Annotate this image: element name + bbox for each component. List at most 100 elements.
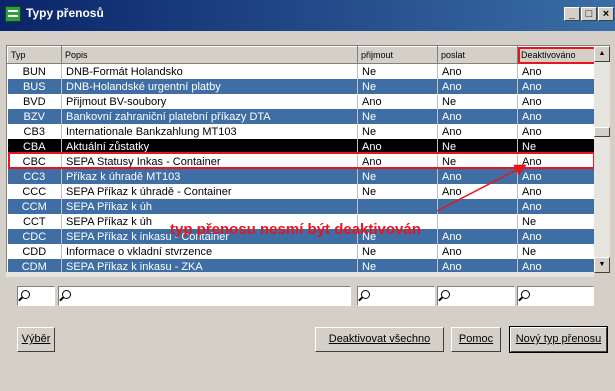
maximize-button[interactable]: □ [581, 7, 597, 21]
table-row[interactable]: CCC SEPA Příkaz k úhradě - Container Ne Ano… [7, 184, 595, 199]
filter-poslat-input[interactable] [437, 286, 515, 306]
search-icon [521, 290, 530, 299]
minimize-button[interactable]: _ [564, 7, 580, 21]
scroll-up-icon[interactable]: ▲ [594, 46, 610, 62]
horizontal-scrollbar[interactable] [6, 272, 594, 277]
cell-poslat [437, 214, 518, 229]
cell-deaktivovano: Ano [517, 184, 595, 199]
filter-deaktivovano-input[interactable] [517, 286, 594, 306]
cell-typ: CDM [7, 259, 62, 273]
cell-poslat: Ano [437, 79, 518, 94]
annotation-text: typ přenosu nesmí být deaktivován [170, 221, 421, 238]
cell-popis: SEPA Příkaz k inkasu - ZKA [61, 259, 358, 273]
close-button[interactable]: × [598, 7, 614, 21]
cell-popis: DNB-Formát Holandsko [61, 63, 358, 79]
cell-popis: Bankovní zahraniční platební příkazy DTA [61, 109, 358, 124]
table-row[interactable]: CBA Aktuální zůstatky Ano Ne Ne [7, 139, 595, 154]
vertical-scrollbar[interactable]: ▲ ▼ [594, 45, 610, 273]
filter-popis-input[interactable] [58, 286, 351, 306]
table-header: Typ Popis přijmout poslat Deaktivováno [7, 46, 595, 64]
table-row[interactable]: CC3 Příkaz k úhradě MT103 Ne Ano Ano [7, 169, 595, 184]
cell-deaktivovano: Ano [517, 154, 595, 169]
cell-typ: BUN [7, 63, 62, 79]
cell-deaktivovano: Ano [517, 124, 595, 139]
cell-deaktivovano: Ano [517, 229, 595, 244]
cell-deaktivovano: Ano [517, 79, 595, 94]
cell-prijmout: Ano [357, 154, 438, 169]
cell-deaktivovano: Ano [517, 169, 595, 184]
cell-typ: CBC [7, 154, 62, 169]
cell-poslat: Ne [437, 139, 518, 154]
table-row[interactable]: CDM SEPA Příkaz k inkasu - ZKA Ne Ano Ano [7, 259, 595, 273]
cell-prijmout: Ne [357, 169, 438, 184]
cell-prijmout: Ne [357, 184, 438, 199]
filter-prijmout-input[interactable] [357, 286, 435, 306]
transfer-types-window: Typy přenosů _ □ × Typ Popis přijmout po… [0, 0, 615, 391]
deactivate-all-button[interactable]: Deaktivovat všechno [315, 327, 444, 352]
vyber-button[interactable]: Výběr [17, 327, 55, 352]
table-row[interactable]: BUN DNB-Formát Holandsko Ne Ano Ano [7, 63, 595, 79]
cell-deaktivovano: Ano [517, 199, 595, 214]
cell-prijmout: Ne [357, 124, 438, 139]
cell-popis: DNB-Holandské urgentní platby [61, 79, 358, 94]
table-row[interactable]: BZV Bankovní zahraniční platební příkazy … [7, 109, 595, 124]
cell-deaktivovano: Ne [517, 244, 595, 259]
cell-typ: CDD [7, 244, 62, 259]
cell-prijmout: Ano [357, 139, 438, 154]
table-row[interactable]: CDD Informace o vkladní stvrzence Ne Ano Ne [7, 244, 595, 259]
cell-typ: CCT [7, 214, 62, 229]
cell-typ: CDC [7, 229, 62, 244]
cell-typ: CBA [7, 139, 62, 154]
table-row[interactable]: BUS DNB-Holandské urgentní platby Ne Ano Ano [7, 79, 595, 94]
table-row[interactable]: CB3 Internationale Bankzahlung MT103 Ne Ano… [7, 124, 595, 139]
cell-deaktivovano: Ne [517, 214, 595, 229]
cell-popis: Informace o vkladní stvrzence [61, 244, 358, 259]
search-icon [361, 290, 370, 299]
cell-poslat: Ano [437, 259, 518, 273]
cell-popis: SEPA Příkaz k úhradě - Container [61, 184, 358, 199]
column-header-typ[interactable]: Typ [7, 46, 62, 64]
filter-typ-input[interactable] [17, 286, 55, 306]
app-icon [5, 6, 21, 22]
title-bar[interactable]: Typy přenosů _ □ × [0, 0, 615, 31]
cell-deaktivovano: Ano [517, 109, 595, 124]
cell-prijmout: Ne [357, 79, 438, 94]
table-row[interactable]: CCM SEPA Příkaz k úh Ano [7, 199, 595, 214]
cell-poslat: Ano [437, 124, 518, 139]
cell-popis: Přijmout BV-soubory [61, 94, 358, 109]
column-header-popis[interactable]: Popis [61, 46, 358, 64]
cell-typ: BUS [7, 79, 62, 94]
cell-popis: Příkaz k úhradě MT103 [61, 169, 358, 184]
table-row[interactable]: BVD Přijmout BV-soubory Ano Ne Ano [7, 94, 595, 109]
column-header-prijmout[interactable]: přijmout [357, 46, 438, 64]
cell-prijmout: Ano [357, 94, 438, 109]
scroll-down-icon[interactable]: ▼ [594, 257, 610, 273]
cell-deaktivovano: Ne [517, 139, 595, 154]
help-button[interactable]: Pomoc [451, 327, 501, 352]
cell-poslat: Ano [437, 229, 518, 244]
cell-popis: SEPA Statusy Inkas - Container [61, 154, 358, 169]
search-icon [21, 290, 30, 299]
search-icon [62, 290, 71, 299]
cell-poslat: Ano [437, 169, 518, 184]
scroll-thumb[interactable] [594, 127, 610, 137]
window-title: Typy přenosů [26, 6, 104, 20]
table-row[interactable]: CBC SEPA Statusy Inkas - Container Ano Ne An… [7, 154, 595, 169]
search-icon [441, 290, 450, 299]
cell-popis: SEPA Příkaz k úh [61, 199, 358, 214]
cell-deaktivovano: Ano [517, 259, 595, 273]
cell-prijmout: Ne [357, 109, 438, 124]
cell-prijmout: Ne [357, 244, 438, 259]
cell-deaktivovano: Ano [517, 63, 595, 79]
cell-popis: Aktuální zůstatky [61, 139, 358, 154]
cell-typ: BZV [7, 109, 62, 124]
cell-poslat [437, 199, 518, 214]
transfer-types-table: Typ Popis přijmout poslat Deaktivováno B… [6, 45, 595, 273]
cell-prijmout [357, 199, 438, 214]
cell-poslat: Ano [437, 184, 518, 199]
cell-typ: CC3 [7, 169, 62, 184]
column-header-poslat[interactable]: poslat [437, 46, 518, 64]
column-header-deaktivovano[interactable]: Deaktivováno [517, 46, 595, 64]
new-type-button[interactable]: Nový typ přenosu [509, 326, 608, 353]
cell-typ: BVD [7, 94, 62, 109]
